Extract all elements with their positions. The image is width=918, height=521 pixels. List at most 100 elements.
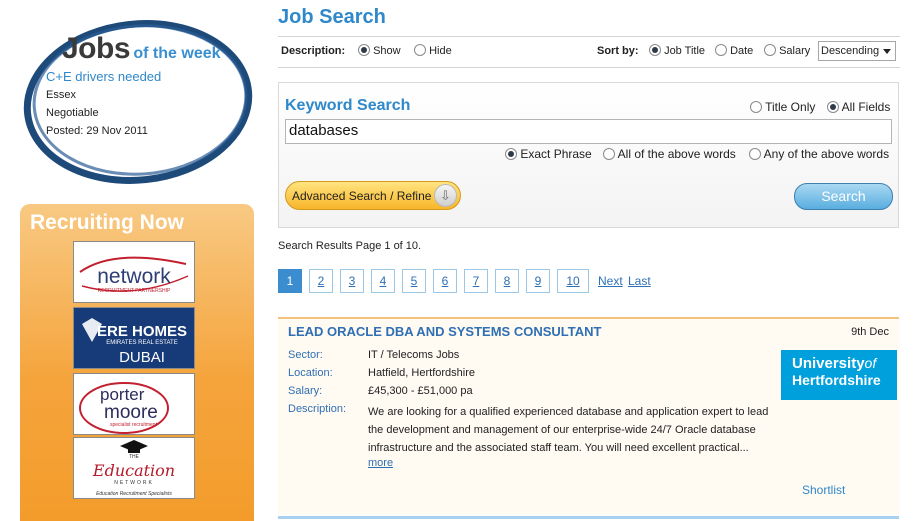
- sort-salary-label: Salary: [779, 45, 811, 57]
- description-label: Description:: [288, 403, 347, 415]
- education-logo-art: THE Education NETWORK Education Recruitm…: [92, 440, 175, 497]
- page-link-3[interactable]: 3: [340, 269, 364, 293]
- description-show-option[interactable]: Show: [358, 44, 401, 57]
- ere-logo-subtext: EMIRATES REAL ESTATE: [106, 340, 177, 346]
- location-label: Location:: [288, 367, 333, 379]
- sort-salary-option[interactable]: Salary: [764, 44, 810, 57]
- porter-moore-logo-art: porter moore specialist recruitment: [79, 382, 169, 434]
- all-words-label: All of the above words: [617, 147, 736, 161]
- ere-homes-logo[interactable]: ERE HOMES EMIRATES REAL ESTATE DUBAI: [73, 307, 195, 369]
- advanced-search-label: Advanced Search / Refine: [292, 189, 432, 203]
- sector-value: IT / Telecoms Jobs: [368, 349, 460, 361]
- heading-small: of the week: [133, 45, 221, 62]
- title-only-radio[interactable]: [750, 101, 762, 113]
- network-logo[interactable]: network RECRUITMENT PARTNERSHIP: [73, 241, 195, 303]
- title-only-label: Title Only: [765, 100, 816, 114]
- page-link-10[interactable]: 10: [557, 269, 589, 293]
- job-description: We are looking for a qualified experienc…: [368, 406, 769, 454]
- all-fields-option[interactable]: All Fields: [827, 100, 890, 114]
- page-link-5[interactable]: 5: [402, 269, 426, 293]
- sort-date-label: Date: [730, 45, 754, 57]
- keyword-input[interactable]: databases: [285, 119, 892, 144]
- all-fields-radio[interactable]: [827, 101, 839, 113]
- chevron-down-icon: [883, 49, 891, 54]
- exact-phrase-option[interactable]: Exact Phrase: [505, 147, 592, 161]
- sort-salary-radio[interactable]: [764, 44, 776, 56]
- job-result-card: LEAD ORACLE DBA AND SYSTEMS CONSULTANT 9…: [278, 317, 899, 514]
- ere-homes-logo-art: ERE HOMES EMIRATES REAL ESTATE DUBAI: [82, 318, 187, 366]
- description-hide-option[interactable]: Hide: [414, 44, 452, 57]
- arrow-down-circle-icon: ⇩: [434, 184, 457, 207]
- salary-label: Salary:: [288, 385, 323, 397]
- page-link-7[interactable]: 7: [464, 269, 488, 293]
- description-label: Description:: [281, 45, 346, 57]
- any-words-label: Any of the above words: [763, 147, 890, 161]
- job-date: 9th Dec: [851, 326, 889, 338]
- hide-label: Hide: [429, 45, 452, 57]
- sort-order-value: Descending: [821, 45, 880, 57]
- exact-phrase-radio[interactable]: [505, 148, 517, 160]
- employer-logo-line1: University: [792, 355, 865, 372]
- hide-radio[interactable]: [414, 44, 426, 56]
- sort-job-title-radio[interactable]: [649, 44, 661, 56]
- search-button[interactable]: Search: [794, 183, 893, 210]
- edu-logo-main: Education: [92, 461, 175, 480]
- any-words-option[interactable]: Any of the above words: [749, 147, 889, 161]
- page-link-1[interactable]: 1: [278, 269, 302, 293]
- page-title: Job Search: [278, 6, 386, 28]
- location-value: Hatfield, Hertfordshire: [368, 367, 475, 379]
- keyword-search-title: Keyword Search: [285, 97, 411, 114]
- featured-job-posted: Posted: 29 Nov 2011: [46, 125, 148, 137]
- page-link-8[interactable]: 8: [495, 269, 519, 293]
- page-link-2[interactable]: 2: [309, 269, 333, 293]
- shortlist-link[interactable]: Shortlist: [802, 483, 845, 497]
- page-link-4[interactable]: 4: [371, 269, 395, 293]
- page-link-9[interactable]: 9: [526, 269, 550, 293]
- jobs-of-week-heading: Jobs of the week: [62, 32, 221, 66]
- employer-logo-line2: Hertfordshire: [792, 372, 881, 388]
- salary-value: £45,300 - £51,000 pa: [368, 385, 473, 397]
- job-title-link[interactable]: LEAD ORACLE DBA AND SYSTEMS CONSULTANT: [288, 324, 601, 339]
- next-page-link[interactable]: Next: [598, 274, 623, 288]
- sort-job-title-option[interactable]: Job Title: [649, 44, 705, 57]
- porter-logo-subtext: specialist recruitment: [110, 422, 158, 428]
- jobs-of-the-week-widget: Jobs of the week C+E drivers needed Esse…: [20, 10, 256, 190]
- sector-label: Sector:: [288, 349, 323, 361]
- show-radio[interactable]: [358, 44, 370, 56]
- education-network-logo[interactable]: THE Education NETWORK Education Recruitm…: [73, 437, 195, 499]
- show-label: Show: [373, 45, 401, 57]
- keyword-search-box: Keyword Search Title Only All Fields dat…: [278, 82, 899, 228]
- sort-order-select[interactable]: Descending: [818, 41, 896, 61]
- recruiting-now-title: Recruiting Now: [30, 211, 185, 234]
- page-link-6[interactable]: 6: [433, 269, 457, 293]
- sort-date-option[interactable]: Date: [715, 44, 753, 57]
- any-words-radio[interactable]: [749, 148, 761, 160]
- network-logo-text: network: [97, 265, 171, 288]
- featured-job-location: Essex: [46, 89, 76, 101]
- edu-logo-network: NETWORK: [114, 480, 154, 486]
- moore-logo-text: moore: [104, 402, 158, 423]
- all-words-option[interactable]: All of the above words: [603, 147, 736, 161]
- featured-job-salary: Negotiable: [46, 107, 99, 119]
- edu-logo-the: THE: [129, 454, 140, 460]
- network-logo-subtext: RECRUITMENT PARTNERSHIP: [98, 288, 171, 294]
- employer-logo[interactable]: Universityof Hertfordshire: [781, 350, 897, 400]
- network-logo-art: network RECRUITMENT PARTNERSHIP: [79, 256, 189, 294]
- sort-by-label: Sort by:: [597, 45, 639, 57]
- sort-job-title-label: Job Title: [664, 45, 706, 57]
- porter-moore-logo[interactable]: porter moore specialist recruitment: [73, 373, 195, 435]
- all-fields-label: All Fields: [841, 100, 891, 114]
- result-divider: [278, 516, 899, 519]
- heading-big: Jobs: [62, 32, 131, 65]
- edu-logo-tagline: Education Recruitment Specialists: [96, 491, 172, 497]
- employer-logo-of: of: [864, 355, 877, 371]
- featured-job-title-link[interactable]: C+E drivers needed: [46, 69, 161, 84]
- advanced-search-button[interactable]: Advanced Search / Refine ⇩: [285, 181, 461, 210]
- search-results-info: Search Results Page 1 of 10.: [278, 240, 422, 252]
- more-link[interactable]: more: [368, 457, 393, 469]
- sort-date-radio[interactable]: [715, 44, 727, 56]
- all-words-radio[interactable]: [603, 148, 615, 160]
- ere-logo-city: DUBAI: [119, 349, 165, 366]
- title-only-option[interactable]: Title Only: [750, 100, 815, 114]
- last-page-link[interactable]: Last: [628, 274, 651, 288]
